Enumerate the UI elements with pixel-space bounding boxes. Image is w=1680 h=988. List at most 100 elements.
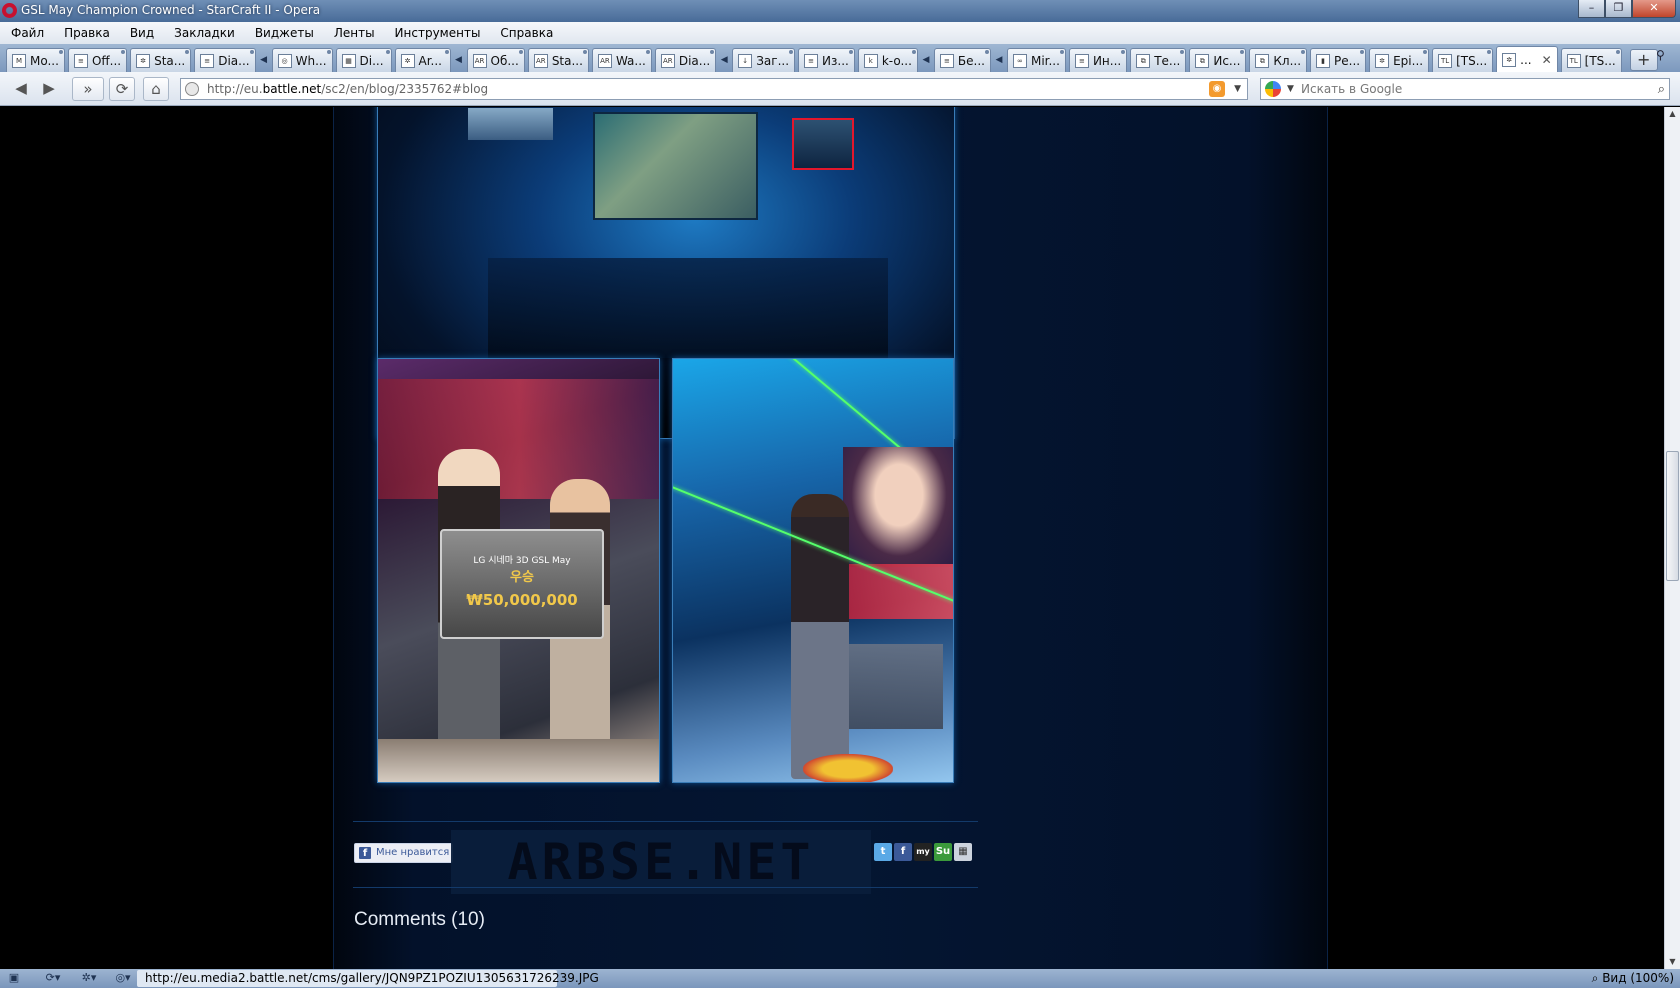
search-icon[interactable]: ⌕ [1658,80,1665,100]
browser-tab[interactable]: TL [TS... [1560,48,1622,72]
tab-group-arrow-icon[interactable]: ◀ [719,48,729,72]
browser-tab[interactable]: AR Dia... [654,48,717,72]
tab-menu-icon[interactable]: ⚲ [1656,48,1672,68]
browser-tab[interactable]: TL [TS... [1432,48,1494,72]
browser-tab[interactable]: ≡ Бе... [933,48,991,72]
back-button[interactable]: ◀ [8,77,34,101]
tab-favicon-icon: M [12,53,26,68]
globe-icon [185,82,199,96]
opera-logo-icon[interactable] [2,3,17,18]
panel-toggle-icon[interactable]: ▣ [6,971,22,985]
window-title: GSL May Champion Crowned - StarCraft II … [21,3,321,17]
rss-feed-icon[interactable]: ◉ [1209,81,1225,97]
browser-tab[interactable]: ✲ Epi... [1369,48,1430,72]
address-dropdown-icon[interactable]: ▼ [1234,79,1241,99]
tab-group-arrow-icon[interactable]: ◀ [259,48,269,72]
tab-group-arrow-icon[interactable]: ◀ [921,48,931,72]
browser-tab[interactable]: M Mo... [6,48,65,72]
tab-favicon-icon: ▮ [1316,53,1331,68]
menu-file[interactable]: Файл [0,26,53,40]
search-engine-dropdown-icon[interactable]: ▼ [1287,79,1294,99]
scroll-up-icon[interactable]: ▲ [1665,107,1680,121]
browser-tab[interactable]: ↓ Заг... [732,48,796,72]
browser-tab[interactable]: AR Об... [466,48,525,72]
tab-indicator-icon [710,50,715,54]
home-button[interactable]: ⌂ [143,77,169,101]
fast-forward-button[interactable]: » [72,77,104,101]
zoom-level[interactable]: ⌕ Вид (100%) [1592,971,1674,986]
browser-tab[interactable]: ⧉ Ис... [1189,48,1247,72]
page-viewport: LG 시네마 3D GSL May 우승 ₩50,000,000 f Мне н… [0,107,1664,969]
facebook-like-button[interactable]: f Мне нравится [354,843,453,863]
facebook-icon[interactable]: f [894,843,912,861]
tab-favicon-icon: TL [1438,53,1453,68]
menu-bar: Файл Правка Вид Закладки Виджеты Ленты И… [0,22,1680,44]
browser-tab[interactable]: ✲ Sta... [130,48,192,72]
turbo-icon[interactable]: ◎▾ [110,971,136,985]
browser-tab[interactable]: ≡ Off... [67,48,128,72]
browser-tab[interactable]: AR Wa... [591,48,652,72]
tab-favicon-icon: AR [597,53,612,68]
myspace-icon[interactable]: my [914,843,932,861]
browser-tab[interactable]: ∞ Mir... [1006,48,1066,72]
menu-widgets[interactable]: Виджеты [244,26,323,40]
search-field[interactable]: ▼ Искать в Google ⌕ [1260,78,1670,100]
tab-group-arrow-icon[interactable]: ◀ [454,48,464,72]
tab-label: Ис... [1213,53,1241,68]
tab-indicator-icon [1301,50,1306,54]
tab-indicator-icon [1180,50,1185,54]
scrollbar-thumb[interactable] [1666,451,1679,581]
tab-group-arrow-icon[interactable]: ◀ [994,48,1004,72]
browser-tab[interactable]: AR Sta... [527,48,589,72]
browser-tab[interactable]: ✲ Ar... [394,48,451,72]
divider [353,887,978,888]
tab-indicator-icon [1487,50,1492,54]
big-screen-face [843,447,953,567]
close-window-button[interactable]: ✕ [1632,0,1676,18]
vertical-scrollbar[interactable]: ▲ ▼ [1664,107,1680,969]
browser-tab[interactable]: ≡ Ин... [1068,48,1128,72]
champion-stage-photo[interactable] [672,358,954,783]
tab-indicator-icon [789,50,794,54]
forward-button[interactable]: ▶ [36,77,62,101]
browser-tab[interactable]: ≡ Из... [798,48,855,72]
more-share-icon[interactable]: ▦ [954,843,972,861]
champion-ceremony-photo[interactable]: LG 시네마 3D GSL May 우승 ₩50,000,000 [377,358,660,783]
url-domain: battle.net [262,82,322,96]
menu-view[interactable]: Вид [119,26,163,40]
close-tab-icon[interactable]: ✕ [1542,53,1552,67]
new-tab-button[interactable]: + [1629,49,1658,71]
browser-tab[interactable]: ✲... ✕ [1496,46,1558,72]
address-field[interactable]: http://eu.battle.net/sc2/en/blog/2335762… [180,78,1248,100]
browser-tab[interactable]: k k-o... [857,48,918,72]
sync-icon[interactable]: ⟳▾ [40,971,66,985]
maximize-button[interactable]: ❐ [1605,0,1632,18]
tab-indicator-icon [1423,50,1428,54]
browser-tab[interactable]: ◎ Wh... [271,48,333,72]
scroll-down-icon[interactable]: ▼ [1665,955,1680,969]
stumbleupon-icon[interactable]: Su [934,843,952,861]
menu-bookmarks[interactable]: Закладки [163,26,244,40]
tab-label: Di... [359,53,384,68]
twitter-icon[interactable]: t [874,843,892,861]
tab-label: Заг... [756,53,790,68]
tab-label: Off... [91,53,122,68]
minimize-button[interactable]: – [1578,0,1605,18]
unite-icon[interactable]: ✲▾ [76,971,102,985]
tab-label: Ar... [418,53,442,68]
menu-feeds[interactable]: Ленты [323,26,384,40]
reload-button[interactable]: ⟳ [109,77,135,101]
browser-tab[interactable]: ≡ Dia... [194,48,256,72]
tab-favicon-icon: ✲ [1375,53,1390,68]
menu-edit[interactable]: Правка [53,26,119,40]
browser-tab[interactable]: ⧉ Те... [1130,48,1187,72]
menu-help[interactable]: Справка [489,26,562,40]
tab-bar: M Mo... ≡ Off... ✲ Sta... ≡ Dia... ◀ ◎ Wh... ▦ Di...… [0,44,1680,72]
browser-tab[interactable]: ⧉ Кл... [1249,48,1308,72]
google-icon[interactable] [1265,81,1281,97]
browser-tab[interactable]: ▦ Di... [335,48,392,72]
tab-indicator-icon [1121,50,1126,54]
browser-tab[interactable]: ▮ Ре... [1310,48,1367,72]
menu-tools[interactable]: Инструменты [384,26,490,40]
tab-indicator-icon [911,50,916,54]
